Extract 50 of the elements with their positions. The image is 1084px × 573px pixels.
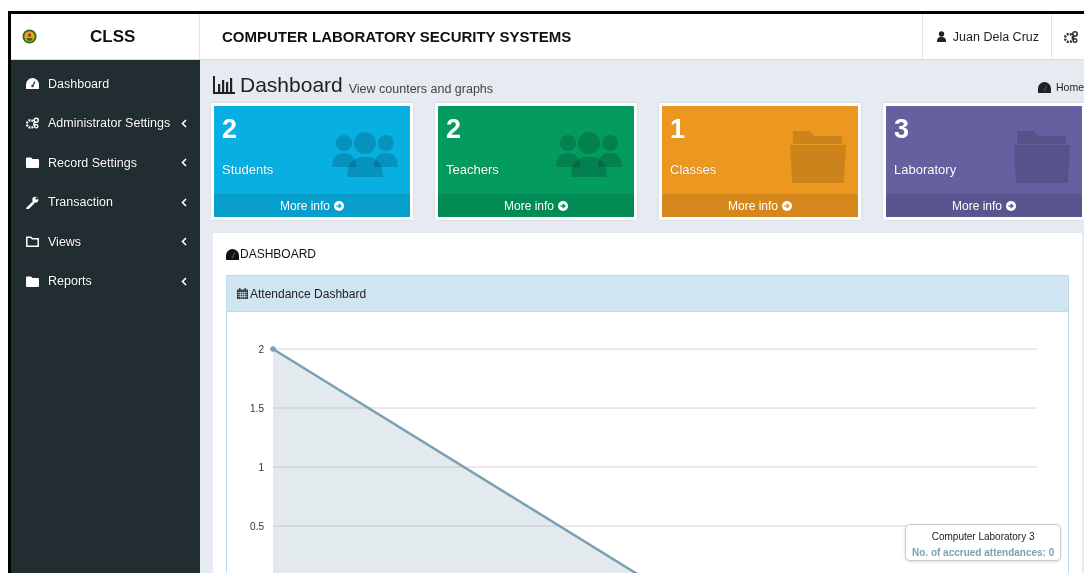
settings-icon xyxy=(1064,30,1078,43)
stat-count: 2 xyxy=(445,113,462,145)
settings-icon xyxy=(26,117,39,130)
axis-tick-label: 2 xyxy=(258,344,264,355)
sidebar-item[interactable]: Reports xyxy=(11,261,200,301)
axis-tick-label: 1.5 xyxy=(250,403,264,414)
folder-icon xyxy=(26,157,39,169)
section-title: DASHBOARD xyxy=(226,247,316,261)
axis-tick-label: 1 xyxy=(258,462,264,473)
brand-title[interactable]: CLSS xyxy=(90,26,136,47)
tooltip-text: No. of accrued attendances: 0 xyxy=(912,547,1055,558)
settings-button[interactable] xyxy=(1064,30,1078,43)
stat-count: 1 xyxy=(669,113,686,145)
wrench-icon xyxy=(26,195,39,209)
sidebar-item[interactable]: Transaction xyxy=(11,182,200,222)
user-icon xyxy=(936,31,946,42)
app-title: COMPUTER LABORATORY SECURITY SYSTEMS xyxy=(222,28,572,45)
arrow-circle-icon xyxy=(334,200,344,211)
sidebar-item[interactable]: Administrator Settings xyxy=(11,103,200,143)
axis-tick-label: 0.5 xyxy=(250,521,264,532)
arrow-circle-icon xyxy=(782,200,792,211)
bar-chart-icon xyxy=(213,76,235,94)
stat-label: Teachers xyxy=(445,160,499,177)
dashboard-icon xyxy=(26,78,39,90)
logo-icon xyxy=(22,29,37,44)
calendar-icon xyxy=(237,288,248,299)
people-icon xyxy=(556,131,622,177)
folder-icon xyxy=(790,131,846,183)
people-icon xyxy=(332,131,398,177)
stat-label: Classes xyxy=(669,160,717,177)
panel-title: Attendance Dashbard xyxy=(250,286,367,301)
tooltip-title: Computer Laboratory 3 xyxy=(931,531,1035,542)
stat-count: 2 xyxy=(221,113,238,145)
sidebar-item[interactable]: Record Settings xyxy=(11,143,200,183)
user-menu[interactable]: Juan Dela Cruz xyxy=(921,14,1052,59)
breadcrumb-link[interactable]: Home xyxy=(1038,81,1084,93)
stat-count: 3 xyxy=(893,113,910,145)
arrow-circle-icon xyxy=(558,200,568,211)
arrow-circle-icon xyxy=(1006,200,1016,211)
stat-label: Laboratory xyxy=(893,160,957,177)
page-subtitle: View counters and graphs xyxy=(348,82,495,96)
stat-label: Students xyxy=(221,160,274,177)
sidebar-item[interactable]: Dashboard xyxy=(11,64,200,104)
data-point xyxy=(270,346,276,352)
page-title: Dashboard xyxy=(213,73,343,97)
dashboard-icon xyxy=(1038,81,1051,93)
folder-icon xyxy=(26,275,39,287)
folder-icon xyxy=(26,236,39,248)
sidebar-item[interactable]: Views xyxy=(11,222,200,262)
dashboard-icon xyxy=(226,248,239,260)
